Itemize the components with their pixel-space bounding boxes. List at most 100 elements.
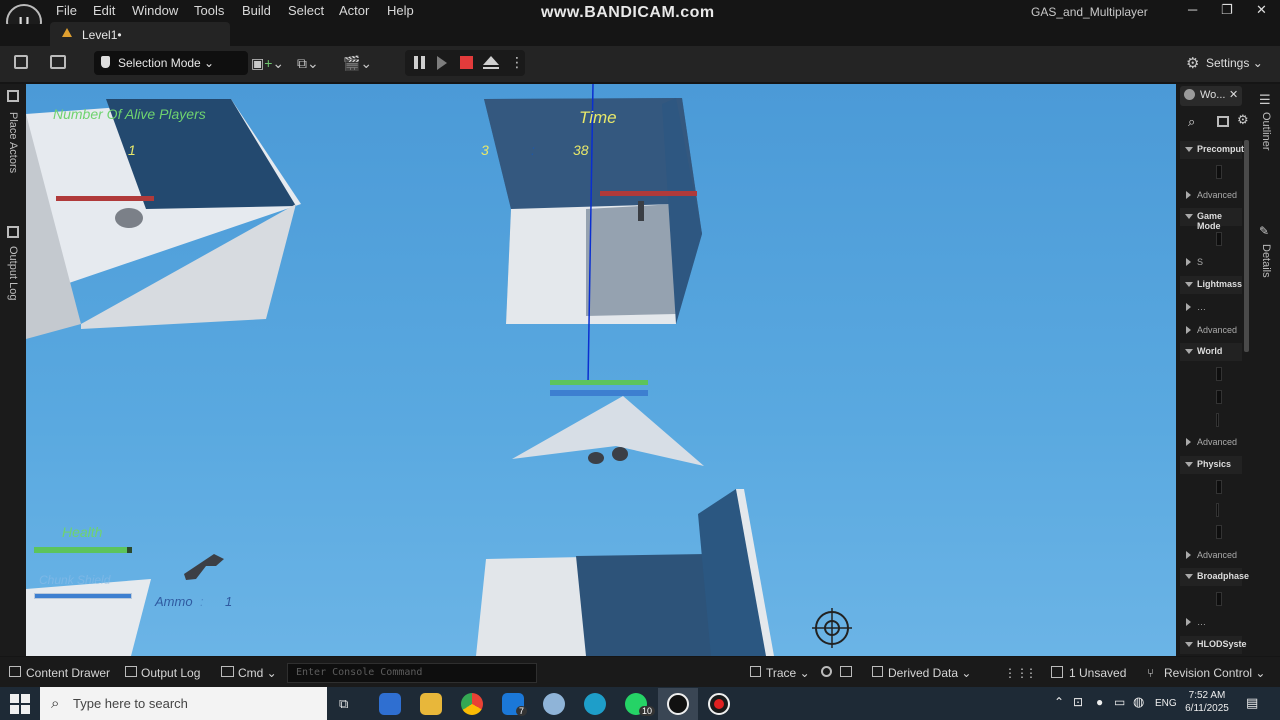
advanced-toggle[interactable]: Advanced [1184,190,1237,200]
restore-icon[interactable]: ❐ [1221,2,1233,18]
property-row[interactable] [1216,390,1222,404]
settings-button[interactable]: Settings ⌄ [1206,56,1263,70]
file-explorer-icon[interactable] [420,693,442,715]
browse-icon[interactable] [50,55,66,69]
cinematics-icon[interactable]: 🎬⌄ [343,55,372,72]
blueprint-icon[interactable]: ⧉⌄ [297,55,319,72]
panel-scrollbar[interactable] [1244,140,1249,352]
property-row[interactable] [1216,165,1222,179]
details-tab[interactable]: Details [1260,244,1272,278]
property-row[interactable] [1216,592,1222,606]
search-icon[interactable]: ⌕ [1188,114,1195,130]
menu-actor[interactable]: Actor [339,3,369,18]
revision-control-button[interactable]: Revision Control ⌄ [1164,666,1265,680]
close-tab-icon[interactable]: ✕ [1229,88,1238,101]
step-icon[interactable] [437,56,447,70]
advanced-toggle[interactable]: Advanced [1184,325,1237,335]
notifications-icon[interactable]: ▤ [1246,695,1258,711]
advanced-toggle[interactable]: Advanced [1184,437,1237,447]
stop-icon[interactable] [460,56,473,69]
unreal-taskbar-icon[interactable] [667,693,689,715]
output-log-tab[interactable]: Output Log [7,246,19,300]
record-trace-icon[interactable] [821,666,832,677]
shield-bar [34,593,132,599]
property-row[interactable] [1216,480,1222,494]
more-options-icon[interactable]: ⋮ [510,54,524,71]
section-lightmass[interactable]: Lightmass [1180,276,1242,294]
chrome-icon[interactable] [461,693,483,715]
network-icon[interactable]: ◍ [1133,694,1144,710]
menu-help[interactable]: Help [387,3,414,18]
project-name: GAS_and_Multiplayer [1031,5,1148,19]
selection-mode-dropdown[interactable]: Selection Mode ⌄ [94,51,248,75]
trace-icon [750,666,761,677]
outliner-tab[interactable]: Outliner [1260,112,1272,151]
left-side-tabs: Place Actors Output Log [0,84,26,656]
derived-data-dropdown[interactable]: Derived Data ⌄ [888,666,971,680]
minimize-icon[interactable]: ─ [1188,2,1197,17]
content-drawer-button[interactable]: Content Drawer [26,666,110,680]
bottom-left-block [26,579,151,656]
recording-watermark: www.BANDICAM.com [541,4,715,21]
menu-select[interactable]: Select [288,3,324,18]
add-actor-icon[interactable]: ▣+⌄ [251,55,284,72]
property-row[interactable] [1216,525,1222,539]
derived-data-icon [872,666,883,677]
advanced-toggle[interactable]: Advanced [1184,550,1237,560]
app-icon[interactable] [543,693,565,715]
output-log-sb-icon [125,666,137,677]
section-physics[interactable]: Physics [1180,456,1242,474]
tray-icon[interactable]: ⊡ [1073,695,1083,709]
section-game-mode[interactable]: Game Mode [1180,208,1242,231]
unsaved-button[interactable]: 1 Unsaved [1069,666,1126,680]
section-world[interactable]: World [1180,343,1242,361]
enemy-health-bar-right [600,191,697,196]
output-log-icon [7,226,19,238]
menu-window[interactable]: Window [132,3,178,18]
taskbar-search-input[interactable]: Type here to search [40,687,327,720]
tray-chevron-icon[interactable]: ⌃ [1054,695,1064,709]
more-icon[interactable]: ⋮ [1025,666,1037,680]
language-indicator[interactable]: ENG [1155,698,1177,709]
screenshot-icon[interactable] [840,666,852,677]
taskbar-clock[interactable]: 7:52 AM 6/11/2025 [1181,689,1233,715]
menu-tools[interactable]: Tools [194,3,224,18]
property-row[interactable] [1216,413,1219,427]
eject-icon[interactable] [483,56,499,65]
grid-icon[interactable] [1217,116,1229,127]
s-toggle[interactable]: S [1184,257,1203,267]
gear-small-icon[interactable]: ⚙ [1237,112,1249,128]
pause-icon-bar [421,56,425,69]
trace-dropdown[interactable]: Trace ⌄ [766,666,810,680]
menu-file[interactable]: File [56,3,77,18]
search-glass-icon: ⌕ [51,695,60,712]
battery-icon[interactable]: ▭ [1114,695,1125,709]
output-log-button[interactable]: Output Log [141,666,200,680]
level-viewport[interactable]: Number Of Alive Players 1 Time 3 : 38 He… [26,84,1176,656]
console-input[interactable]: Enter Console Command [287,663,537,683]
place-actors-tab[interactable]: Place Actors [7,112,19,173]
store-icon[interactable] [379,693,401,715]
task-view-icon[interactable]: ⧉ [339,696,348,712]
pause-icon[interactable] [414,56,418,69]
property-row[interactable] [1216,367,1222,381]
cmd-dropdown[interactable]: Cmd ⌄ [238,666,277,680]
tray-mic-icon[interactable]: ● [1096,695,1103,709]
collapsed-row[interactable]: … [1184,617,1206,627]
section-hlod-system[interactable]: HLODSyste [1180,636,1247,654]
time-minutes: 3 [481,142,489,158]
property-row[interactable] [1216,232,1222,246]
menu-build[interactable]: Build [242,3,271,18]
close-icon[interactable]: ✕ [1256,2,1267,18]
ammo-label: Ammo [155,594,193,609]
tab-level[interactable] [50,22,230,46]
save-icon[interactable] [14,55,28,69]
windows-start-icon[interactable] [10,694,30,714]
section-precomputed[interactable]: Precomput [1180,141,1244,159]
collapsed-row[interactable]: … [1184,302,1206,312]
edge-icon[interactable] [584,693,606,715]
section-broadphase[interactable]: Broadphase [1180,568,1249,586]
clock-date: 6/11/2025 [1185,703,1229,714]
property-row[interactable] [1216,503,1219,517]
menu-edit[interactable]: Edit [93,3,115,18]
